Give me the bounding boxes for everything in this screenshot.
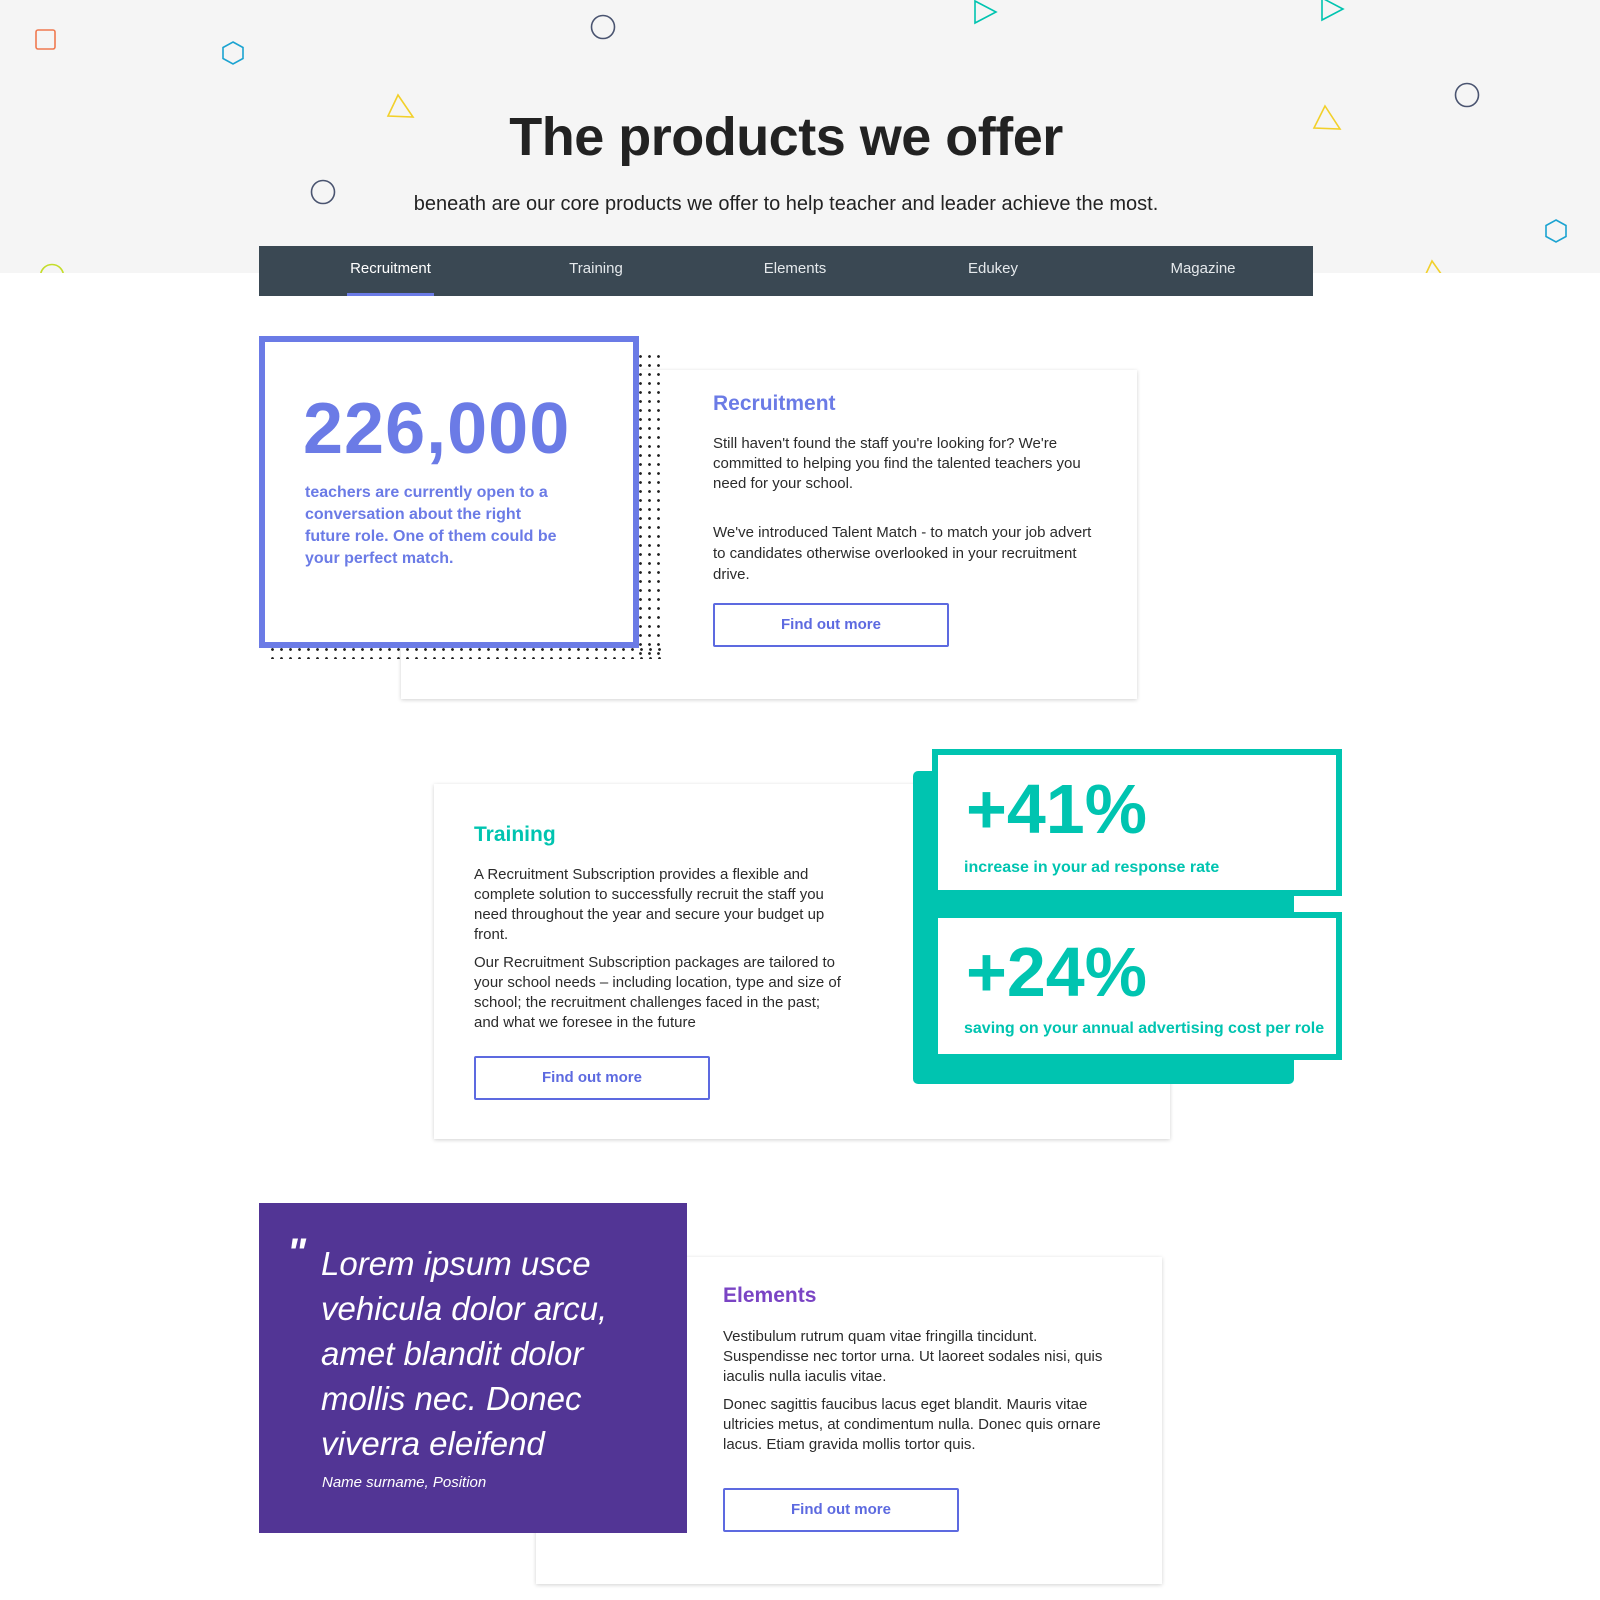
training-stat-box-1: +41% increase in your ad response rate	[932, 749, 1342, 896]
triangle-outline-icon	[1321, 0, 1345, 22]
tab-edukey[interactable]: Edukey	[953, 246, 1033, 296]
quote-mark-icon: "	[287, 1231, 306, 1275]
circle-shape-icon	[40, 263, 64, 273]
testimonial-quote: " Lorem ipsum usce vehicula dolor arcu, …	[259, 1203, 687, 1533]
tab-elements[interactable]: Elements	[751, 246, 839, 296]
hexagon-shape-icon	[222, 41, 244, 65]
tab-recruitment[interactable]: Recruitment	[347, 246, 434, 296]
product-tabs: Recruitment Training Elements Edukey Mag…	[259, 246, 1313, 296]
dot-pattern	[636, 352, 663, 658]
training-stat1-text: increase in your ad response rate	[964, 859, 1220, 876]
recruitment-paragraph-2: We've introduced Talent Match - to match…	[713, 524, 1092, 583]
hexagon-shape-icon	[1545, 219, 1567, 243]
quote-text: Lorem ipsum usce vehicula dolor arcu, am…	[321, 1245, 608, 1462]
page-title: The products we offer	[509, 107, 1063, 167]
recruitment-find-out-more-button[interactable]: Find out more	[713, 603, 949, 647]
recruitment-title: Recruitment	[713, 392, 836, 415]
triangle-outline-icon	[1425, 259, 1442, 273]
elements-paragraph-1: Vestibulum rutrum quam vitae fringilla t…	[723, 1328, 1103, 1385]
triangle-outline-icon	[974, 0, 998, 25]
quote-author: Name surname, Position	[322, 1474, 487, 1491]
training-stat2-text: saving on your annual advertising cost p…	[964, 1020, 1325, 1037]
training-paragraph-2: Our Recruitment Subscription packages ar…	[474, 954, 841, 1031]
tab-magazine[interactable]: Magazine	[1153, 246, 1253, 296]
tab-training[interactable]: Training	[551, 246, 641, 296]
training-title: Training	[474, 823, 556, 846]
recruitment-stat-text: teachers are currently open to a convers…	[305, 484, 557, 567]
recruitment-paragraph-1: Still haven't found the staff you're loo…	[713, 435, 1081, 492]
elements-paragraph-2: Donec sagittis faucibus lacus eget bland…	[723, 1396, 1101, 1453]
elements-find-out-more-button[interactable]: Find out more	[723, 1488, 959, 1532]
page-subtitle: beneath are our core products we offer t…	[413, 193, 1159, 215]
training-stat1-value: +41%	[966, 770, 1147, 848]
training-find-out-more-button[interactable]: Find out more	[474, 1056, 710, 1100]
square-shape-icon	[35, 29, 56, 50]
circle-shape-icon	[1454, 82, 1480, 108]
recruitment-stat-box: 226,000 teachers are currently open to a…	[259, 336, 639, 648]
recruitment-stat-value: 226,000	[303, 389, 571, 469]
training-stat2-value: +24%	[966, 933, 1147, 1011]
training-stat-box-2: +24% saving on your annual advertising c…	[932, 912, 1342, 1060]
training-paragraph-1: A Recruitment Subscription provides a fl…	[474, 866, 825, 943]
elements-title: Elements	[723, 1284, 817, 1307]
circle-shape-icon	[590, 14, 616, 40]
